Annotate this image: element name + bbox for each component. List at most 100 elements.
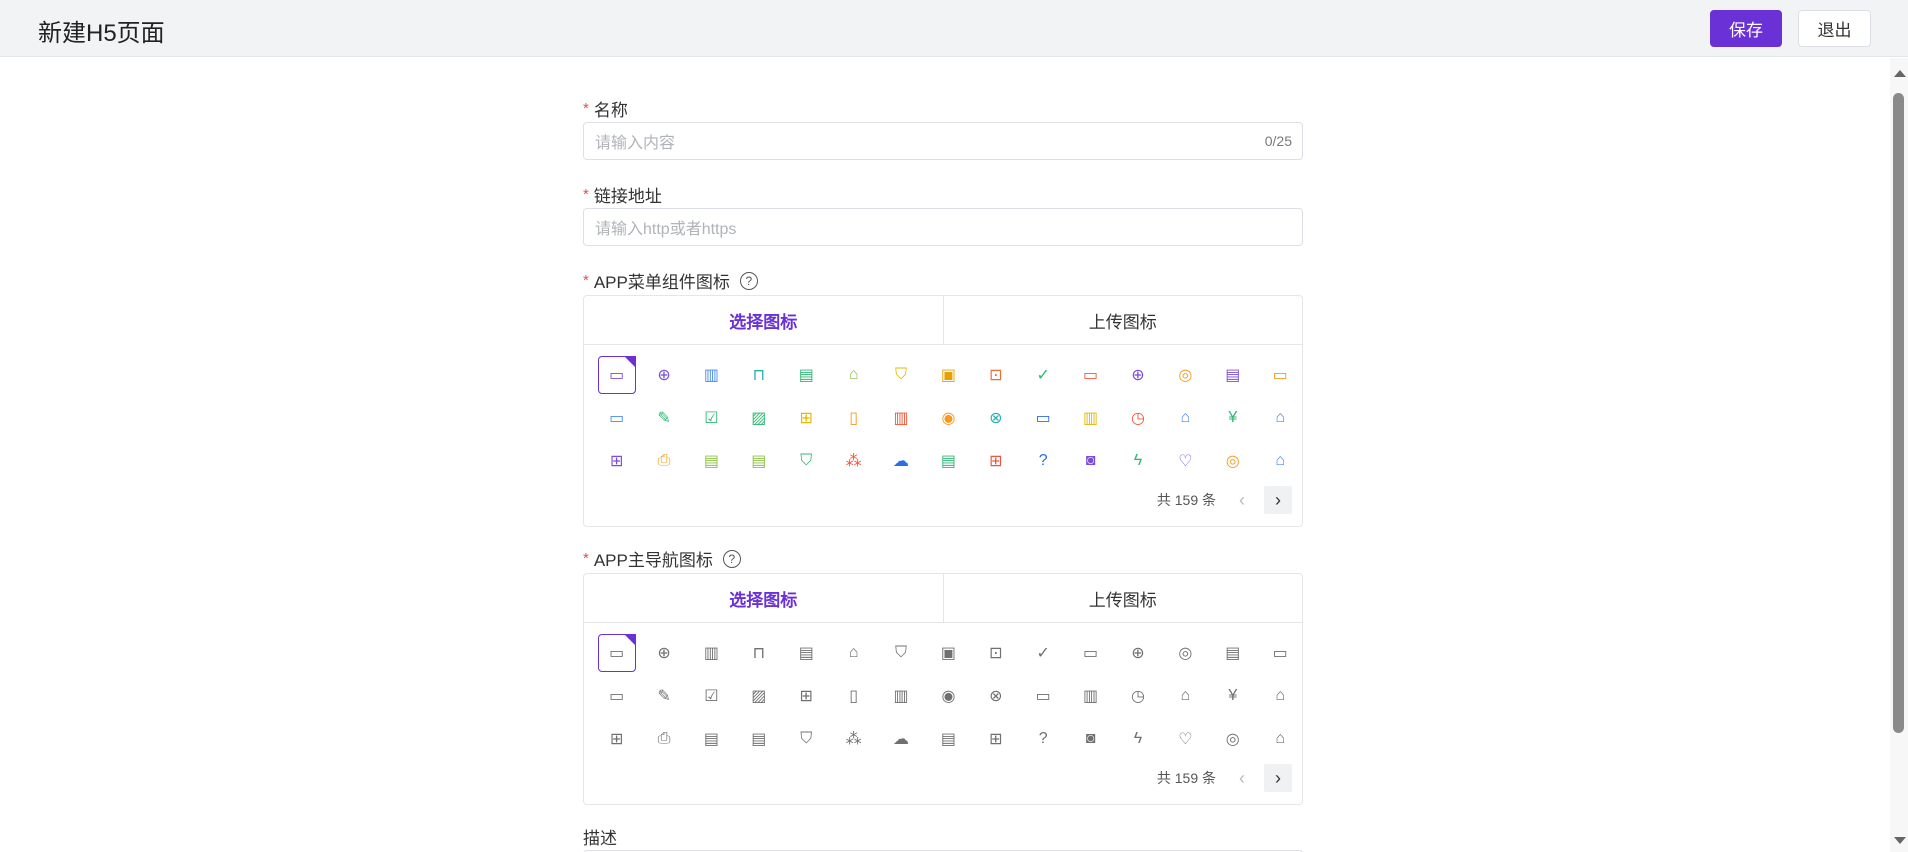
home-icon[interactable]: ⌂ (1166, 677, 1204, 715)
icon-option[interactable]: ▭ (1256, 631, 1303, 674)
icon-option[interactable]: ▥ (688, 353, 735, 396)
icon-option[interactable]: ◉ (925, 674, 972, 717)
signpost-icon[interactable]: ⊞ (787, 399, 825, 437)
monitor-icon[interactable]: ▭ (597, 355, 636, 394)
store-icon[interactable]: ⌂ (1261, 399, 1299, 437)
image-icon[interactable]: ▨ (740, 677, 778, 715)
wallet-icon[interactable]: ▭ (1072, 634, 1110, 672)
check-circle-icon[interactable]: ✓ (1024, 356, 1062, 394)
window-icon[interactable]: ▭ (1024, 677, 1062, 715)
icon-option[interactable]: ⌂ (1162, 396, 1209, 439)
icon-option[interactable]: ⊕ (1114, 631, 1161, 674)
icon-option[interactable]: ▥ (877, 396, 924, 439)
icon-option[interactable]: ▭ (593, 674, 640, 717)
icon-option[interactable]: ◎ (1162, 631, 1209, 674)
bag-icon[interactable]: ⊓ (740, 356, 778, 394)
monitor-icon[interactable]: ▭ (597, 633, 636, 672)
icon-option[interactable]: ◎ (1209, 717, 1256, 760)
exit-button[interactable]: 退出 (1798, 10, 1871, 47)
browser-icon[interactable]: ▤ (1214, 356, 1252, 394)
icon-option[interactable]: ⊞ (593, 439, 640, 482)
icon-option[interactable]: ⁂ (830, 717, 877, 760)
image-icon[interactable]: ▨ (740, 399, 778, 437)
shield-icon[interactable]: ⛉ (882, 634, 920, 672)
icon-option[interactable]: ✎ (640, 674, 687, 717)
icon-option[interactable]: ⊞ (783, 674, 830, 717)
bar-icon[interactable]: ▥ (1072, 677, 1110, 715)
calendar-icon[interactable]: ▤ (787, 356, 825, 394)
icon-option[interactable]: ◷ (1114, 396, 1161, 439)
icon-option[interactable]: ϟ (1114, 439, 1161, 482)
icon-option[interactable]: ☑ (688, 396, 735, 439)
icon-option[interactable]: ⌂ (1256, 396, 1303, 439)
icon-option[interactable]: ▤ (783, 353, 830, 396)
pen-icon[interactable]: ✎ (645, 677, 683, 715)
icon-option[interactable]: ▤ (925, 439, 972, 482)
prev-page-button[interactable]: ‹ (1228, 764, 1256, 792)
shop-icon[interactable]: ⌂ (1261, 720, 1299, 758)
question-icon[interactable]: ? (1024, 442, 1062, 480)
yen-icon[interactable]: ¥ (1214, 677, 1252, 715)
icon-option[interactable]: ▭ (593, 631, 640, 674)
icon-option[interactable]: ⌂ (1256, 439, 1303, 482)
icon-option[interactable]: ⛉ (783, 439, 830, 482)
icon-option[interactable]: ⎙ (640, 439, 687, 482)
globe-icon[interactable]: ⊕ (1119, 356, 1157, 394)
icon-option[interactable]: ✓ (1020, 631, 1067, 674)
save-icon[interactable]: ▤ (740, 442, 778, 480)
window-icon[interactable]: ▭ (1024, 399, 1062, 437)
icon-option[interactable]: ⊕ (1114, 353, 1161, 396)
printer-icon[interactable]: ⎙ (645, 720, 683, 758)
shop-icon[interactable]: ⌂ (1261, 442, 1299, 480)
clipboard-icon[interactable]: ▤ (692, 442, 730, 480)
compass-icon[interactable]: ⊕ (645, 634, 683, 672)
checkbox-icon[interactable]: ☑ (692, 677, 730, 715)
calendar-icon[interactable]: ▤ (787, 634, 825, 672)
lock-icon[interactable]: ▯ (835, 399, 873, 437)
scroll-down-arrow[interactable] (1894, 837, 1906, 844)
cross-circle-icon[interactable]: ⊗ (977, 677, 1015, 715)
icon-option[interactable]: ⊓ (735, 353, 782, 396)
cloud-upload-icon[interactable]: ☁ (882, 720, 920, 758)
yen-icon[interactable]: ¥ (1214, 399, 1252, 437)
audio-icon[interactable]: ◉ (929, 677, 967, 715)
icon-option[interactable]: ▭ (1067, 353, 1114, 396)
shield-icon[interactable]: ⛉ (882, 356, 920, 394)
icon-option[interactable]: ⊓ (735, 631, 782, 674)
icon-option[interactable]: ⁂ (830, 439, 877, 482)
icon-option[interactable]: ▤ (1209, 631, 1256, 674)
icon-option[interactable]: ¥ (1209, 674, 1256, 717)
bar-icon[interactable]: ▥ (1072, 399, 1110, 437)
icon-option[interactable]: ◙ (1067, 439, 1114, 482)
store-icon[interactable]: ⌂ (1261, 677, 1299, 715)
lock-icon[interactable]: ▯ (835, 677, 873, 715)
checkbox-icon[interactable]: ☑ (692, 399, 730, 437)
icon-option[interactable]: ⊗ (972, 396, 1019, 439)
clipboard-icon[interactable]: ▤ (692, 720, 730, 758)
icon-option[interactable]: ▤ (688, 717, 735, 760)
icon-option[interactable]: ▣ (925, 353, 972, 396)
icon-option[interactable]: ⊡ (972, 631, 1019, 674)
icon-option[interactable]: ? (1020, 439, 1067, 482)
tab-upload-icon[interactable]: 上传图标 (942, 574, 1303, 622)
icon-option[interactable]: ◎ (1209, 439, 1256, 482)
home-icon[interactable]: ⌂ (1166, 399, 1204, 437)
target-icon[interactable]: ◎ (1166, 634, 1204, 672)
icon-option[interactable]: ⛉ (877, 353, 924, 396)
icon-option[interactable]: ¥ (1209, 396, 1256, 439)
bookmark-icon[interactable]: ⊡ (977, 634, 1015, 672)
tab-select-icon[interactable]: 选择图标 (584, 574, 943, 622)
archive-icon[interactable]: ▭ (598, 399, 636, 437)
grid-plus-icon[interactable]: ⊞ (977, 442, 1015, 480)
icon-option[interactable]: ▯ (830, 674, 877, 717)
icon-option[interactable]: ▤ (925, 717, 972, 760)
icon-option[interactable]: ⌂ (1256, 717, 1303, 760)
icon-option[interactable]: ⊞ (783, 396, 830, 439)
icon-option[interactable]: ▭ (1256, 353, 1303, 396)
save-button[interactable]: 保存 (1710, 10, 1782, 47)
bolt-icon[interactable]: ϟ (1119, 720, 1157, 758)
check-circle-icon[interactable]: ✓ (1024, 634, 1062, 672)
archive-icon[interactable]: ▭ (598, 677, 636, 715)
icon-option[interactable]: ☑ (688, 674, 735, 717)
wallet-icon[interactable]: ▭ (1072, 356, 1110, 394)
